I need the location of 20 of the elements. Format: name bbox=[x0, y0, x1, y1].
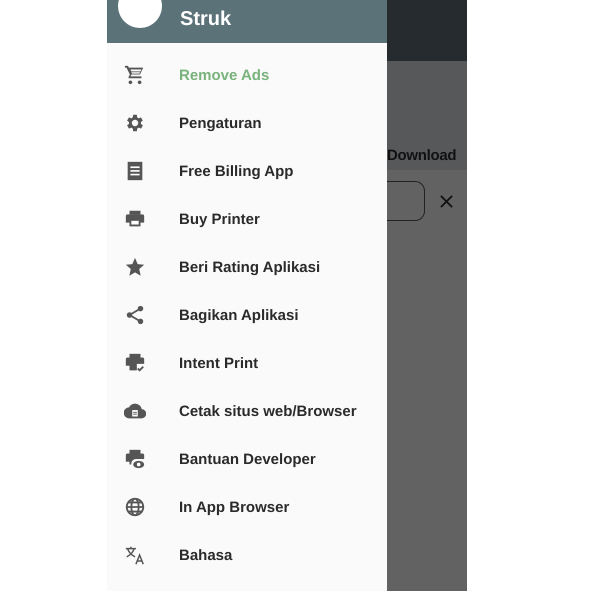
share-icon bbox=[124, 304, 146, 326]
menu-item[interactable]: Beri Rating Aplikasi bbox=[107, 243, 387, 291]
translate-icon bbox=[124, 544, 146, 566]
menu-item[interactable]: Cetak situs web/Browser bbox=[107, 387, 387, 435]
input-field[interactable] bbox=[387, 181, 425, 221]
drawer-title: Struk bbox=[180, 8, 232, 31]
menu-item[interactable]: Bagikan Aplikasi bbox=[107, 291, 387, 339]
cart-icon bbox=[124, 64, 146, 86]
menu-item[interactable]: In App Browser bbox=[107, 483, 387, 531]
close-icon[interactable] bbox=[439, 194, 454, 208]
globe-icon bbox=[124, 496, 146, 518]
menu-item[interactable]: Buy Printer bbox=[107, 195, 387, 243]
menu-item[interactable]: Bantuan Developer bbox=[107, 435, 387, 483]
menu-item[interactable]: Intent Print bbox=[107, 339, 387, 387]
printer-check-icon bbox=[124, 352, 146, 374]
printer-eye-icon bbox=[124, 448, 146, 470]
menu-item[interactable]: Free Billing App bbox=[107, 147, 387, 195]
menu-item[interactable]: Pengaturan bbox=[107, 99, 387, 147]
star-icon bbox=[124, 256, 146, 278]
menu-item[interactable]: Bahasa bbox=[107, 531, 387, 579]
